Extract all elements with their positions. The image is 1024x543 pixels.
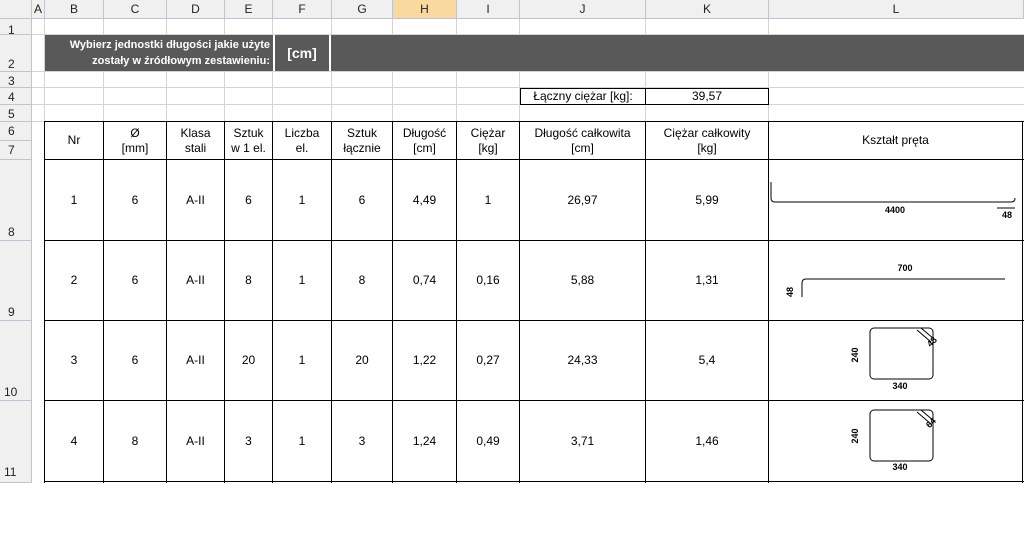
hdr-length-unit: [cm] [413,140,436,155]
bar-shape-2: 700 48 [785,263,1005,297]
cell-total-length[interactable]: 26,97 [520,160,645,240]
hdr-pieces-l1: Sztuk [233,125,264,140]
cell-total-length[interactable]: 24,33 [520,321,645,400]
cell-steel-class[interactable]: A-II [167,241,224,320]
shape2-hook-label: 48 [785,287,795,297]
hdr-diameter-symbol: Ø [130,125,140,140]
cell-steel-class[interactable]: A-II [167,321,224,400]
hdr-total-weight-l1: Ciężar całkowity [663,125,751,140]
cell-length[interactable]: 1,22 [393,321,456,400]
cell-total-weight[interactable]: 1,46 [646,401,768,481]
cell-pieces-per-element[interactable]: 8 [225,241,272,320]
cell-pieces-total[interactable]: 20 [332,321,392,400]
hdr-element-count-l1: Liczba [284,125,320,140]
hdr-steel-class-l2: stali [184,140,207,155]
cell-weight[interactable]: 1 [457,160,519,240]
hdr-pieces-per-element: Sztuk w 1 el. [225,122,272,159]
hdr-weight-l1: Ciężar [470,125,506,140]
cell-length[interactable]: 1,24 [393,401,456,481]
cell-element-count[interactable]: 1 [273,401,331,481]
cell-weight[interactable]: 0,27 [457,321,519,400]
hdr-total-length-l1: Długość całkowita [534,125,631,140]
cell-diameter[interactable]: 6 [104,321,166,400]
cell-pieces-total[interactable]: 6 [332,160,392,240]
cell-length[interactable]: 0,74 [393,241,456,320]
hdr-pieces-l2: w 1 el. [231,140,266,155]
bar-shape-4: 240 340 64 [850,409,938,472]
hdr-steel-class-l1: Klasa [180,125,211,140]
shape1-length-label: 4400 [885,205,905,215]
shape4-height-label: 240 [850,428,860,443]
shape4-hook-label: 64 [924,416,938,430]
bar-shape-1: 4400 48 [770,182,1016,220]
hdr-total-weight-unit: [kg] [697,140,717,155]
cell-nr[interactable]: 3 [45,321,103,400]
cell-element-count[interactable]: 1 [273,321,331,400]
hdr-pieces-total-l2: łącznie [343,140,381,155]
cell-length[interactable]: 4,49 [393,160,456,240]
cell-steel-class[interactable]: A-II [167,401,224,481]
hdr-bar-shape: Kształt pręta [862,133,929,147]
hdr-steel-class: Klasa stali [167,122,224,159]
cell-total-weight[interactable]: 5,99 [646,160,768,240]
cell-pieces-total[interactable]: 3 [332,401,392,481]
cell-nr[interactable]: 1 [45,160,103,240]
hdr-diameter: Ø [mm] [104,122,166,159]
hdr-element-count-l2: el. [295,140,309,155]
bar-shapes: 4400 48 700 48 240 340 48 240 340 64 [770,182,1016,472]
hdr-element-count: Liczba el. [273,122,331,159]
shape3-hook-label: 48 [925,335,939,349]
hdr-total-length-unit: [cm] [571,140,594,155]
cell-total-weight[interactable]: 1,31 [646,241,768,320]
bar-shape-3: 240 340 48 [850,327,939,391]
cell-pieces-per-element[interactable]: 3 [225,401,272,481]
cell-weight[interactable]: 0,16 [457,241,519,320]
cell-total-length[interactable]: 5,88 [520,241,645,320]
cell-weight[interactable]: 0,49 [457,401,519,481]
cell-nr[interactable]: 4 [45,401,103,481]
hdr-weight: Ciężar [kg] [457,122,519,159]
cell-pieces-per-element[interactable]: 20 [225,321,272,400]
cell-pieces-per-element[interactable]: 6 [225,160,272,240]
cell-diameter[interactable]: 8 [104,401,166,481]
cell-diameter[interactable]: 6 [104,241,166,320]
shape3-width-label: 340 [892,381,907,391]
hdr-length-l1: Długość [402,125,447,140]
cell-element-count[interactable]: 1 [273,160,331,240]
shape2-length-label: 700 [897,263,912,273]
hdr-length: Długość [cm] [393,122,456,159]
cell-nr[interactable]: 2 [45,241,103,320]
cell-diameter[interactable]: 6 [104,160,166,240]
hdr-total-length: Długość całkowita [cm] [520,122,645,159]
hdr-weight-unit: [kg] [478,140,498,155]
hdr-pieces-total: Sztuk łącznie [332,122,392,159]
cell-pieces-total[interactable]: 8 [332,241,392,320]
hdr-nr: Nr [67,133,81,147]
cell-total-length[interactable]: 3,71 [520,401,645,481]
hdr-total-weight: Ciężar całkowity [kg] [646,122,768,159]
cell-element-count[interactable]: 1 [273,241,331,320]
shape1-hook-label: 48 [1002,210,1012,220]
hdr-pieces-total-l1: Sztuk [346,125,377,140]
shape3-height-label: 240 [850,347,860,362]
cell-total-weight[interactable]: 5,4 [646,321,768,400]
hdr-diameter-unit: [mm] [121,140,149,155]
shape4-width-label: 340 [892,462,907,472]
cell-steel-class[interactable]: A-II [167,160,224,240]
